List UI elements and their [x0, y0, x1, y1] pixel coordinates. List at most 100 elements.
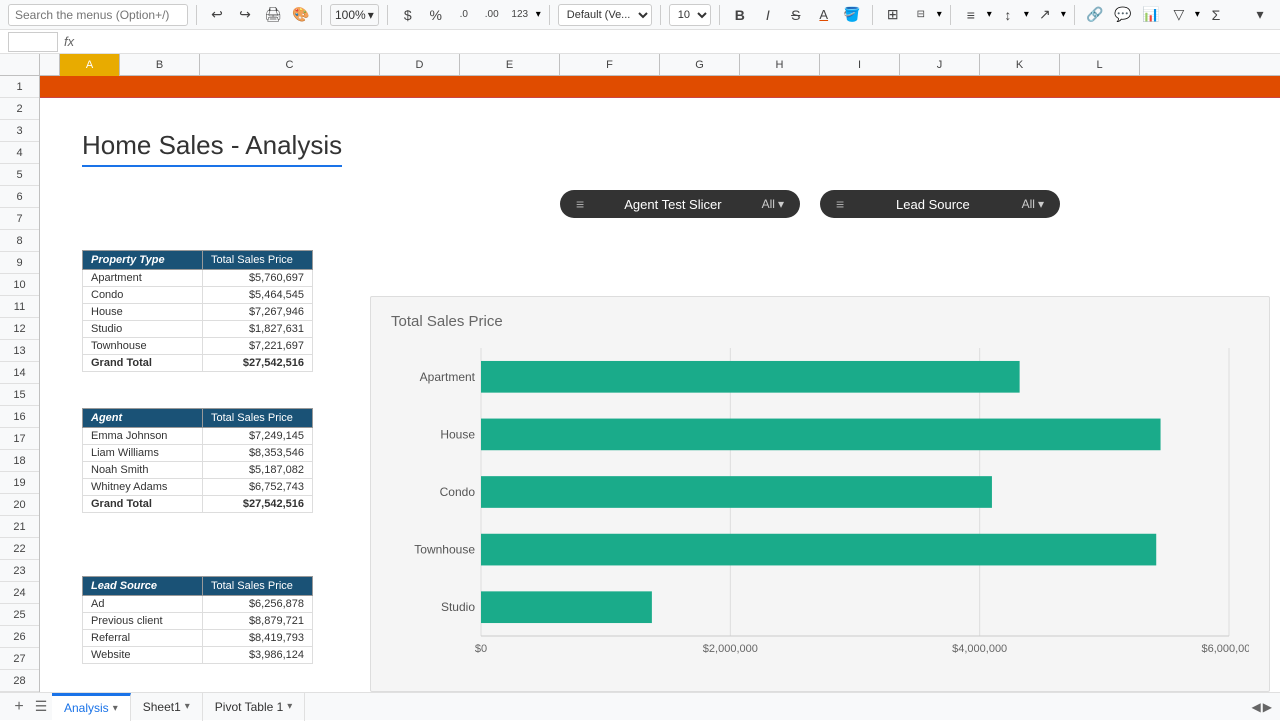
row-num-8[interactable]: 8 — [0, 230, 39, 252]
row-num-1[interactable]: 1 — [0, 76, 39, 98]
fill-color-button[interactable]: 🪣 — [840, 3, 864, 27]
tab-pivot-table[interactable]: Pivot Table 1 ▾ — [203, 693, 306, 721]
text-color-button[interactable]: A — [812, 3, 836, 27]
table-row: Previous client $8,879,721 — [83, 613, 313, 630]
font-family-select[interactable]: Default (Ve... — [558, 4, 652, 26]
agent-cell: Emma Johnson — [83, 428, 203, 445]
col-header-row-indicator[interactable] — [40, 54, 60, 76]
row-num-14[interactable]: 14 — [0, 362, 39, 384]
row-num-20[interactable]: 20 — [0, 494, 39, 516]
row-num-4[interactable]: 4 — [0, 142, 39, 164]
row-num-16[interactable]: 16 — [0, 406, 39, 428]
align-button[interactable]: ≡ — [959, 3, 983, 27]
property-type-grand-total-label: Grand Total — [83, 355, 203, 372]
formula-input[interactable] — [80, 32, 1272, 52]
comment-button[interactable]: 💬 — [1111, 3, 1135, 27]
row-num-3[interactable]: 3 — [0, 120, 39, 142]
row-num-10[interactable]: 10 — [0, 274, 39, 296]
zoom-chevron: ▾ — [368, 8, 374, 22]
grid-body: 1 2 3 4 5 6 7 8 9 10 11 12 13 14 15 16 1… — [0, 76, 1280, 692]
cell-reference-input[interactable] — [8, 32, 58, 52]
col-header-l[interactable]: L — [1060, 54, 1140, 76]
col-header-h[interactable]: H — [740, 54, 820, 76]
row-num-23[interactable]: 23 — [0, 560, 39, 582]
row-num-26[interactable]: 26 — [0, 626, 39, 648]
decimal-decrease-button[interactable]: .0 — [452, 3, 476, 27]
content-layer: Home Sales - Analysis ≡ Agent Test Slice… — [40, 98, 1280, 692]
merge-cells-button[interactable]: ⊟ — [909, 3, 933, 27]
borders-button[interactable]: ⊞ — [881, 3, 905, 27]
row-num-25[interactable]: 25 — [0, 604, 39, 626]
col-header-c[interactable]: C — [200, 54, 380, 76]
bold-button[interactable]: B — [728, 3, 752, 27]
filter-button[interactable]: ▽ — [1167, 3, 1191, 27]
italic-button[interactable]: I — [756, 3, 780, 27]
menu-search-input[interactable] — [8, 4, 188, 26]
divider-1 — [196, 5, 197, 25]
col-header-b[interactable]: B — [120, 54, 200, 76]
row-num-9[interactable]: 9 — [0, 252, 39, 274]
row-num-27[interactable]: 27 — [0, 648, 39, 670]
undo-button[interactable]: ↩ — [205, 3, 229, 27]
row-num-6[interactable]: 6 — [0, 186, 39, 208]
col-header-f[interactable]: F — [560, 54, 660, 76]
sheet-menu-button[interactable]: ☰ — [30, 696, 52, 718]
row-num-13[interactable]: 13 — [0, 340, 39, 362]
row-num-21[interactable]: 21 — [0, 516, 39, 538]
tab-analysis[interactable]: Analysis ▾ — [52, 693, 131, 721]
row-num-18[interactable]: 18 — [0, 450, 39, 472]
currency-button[interactable]: $ — [396, 3, 420, 27]
scroll-right-icon[interactable]: ▶ — [1263, 700, 1272, 714]
row-num-24[interactable]: 24 — [0, 582, 39, 604]
strikethrough-button[interactable]: S — [784, 3, 808, 27]
col-header-e[interactable]: E — [460, 54, 560, 76]
agent-cell: Noah Smith — [83, 462, 203, 479]
percent-button[interactable]: % — [424, 3, 448, 27]
col-header-i[interactable]: I — [820, 54, 900, 76]
more-button[interactable]: ▾ — [1248, 3, 1272, 27]
add-sheet-button[interactable]: + — [8, 696, 30, 718]
zoom-selector[interactable]: 100% ▾ — [330, 4, 379, 26]
price-cell: $6,256,878 — [203, 596, 313, 613]
divider-3 — [387, 5, 388, 25]
decimal-increase-button[interactable]: .00 — [480, 3, 504, 27]
lead-source-slicer-button[interactable]: ≡ Lead Source All ▾ — [820, 190, 1060, 218]
row-num-17[interactable]: 17 — [0, 428, 39, 450]
col-header-j[interactable]: J — [900, 54, 980, 76]
function-button[interactable]: Σ — [1204, 3, 1228, 27]
property-type-table-container: Property Type Total Sales Price Apartmen… — [82, 250, 313, 390]
scroll-left-icon[interactable]: ◀ — [1252, 700, 1261, 714]
row-num-5[interactable]: 5 — [0, 164, 39, 186]
bar-label: House — [440, 427, 475, 441]
row-num-2[interactable]: 2 — [0, 98, 39, 120]
row-num-12[interactable]: 12 — [0, 318, 39, 340]
table-row: Noah Smith $5,187,082 — [83, 462, 313, 479]
chart-button[interactable]: 📊 — [1139, 3, 1163, 27]
col-header-a[interactable]: A — [60, 54, 120, 76]
col-header-g[interactable]: G — [660, 54, 740, 76]
text-rotate-button[interactable]: ↗ — [1033, 3, 1057, 27]
fx-label: fx — [64, 34, 74, 49]
row-num-11[interactable]: 11 — [0, 296, 39, 318]
lead-source-table-container: Lead Source Total Sales Price Ad $6,256,… — [82, 576, 313, 682]
col-header-d[interactable]: D — [380, 54, 460, 76]
link-button[interactable]: 🔗 — [1083, 3, 1107, 27]
row-num-15[interactable]: 15 — [0, 384, 39, 406]
price-cell: $1,827,631 — [203, 321, 313, 338]
valign-button[interactable]: ↕ — [996, 3, 1020, 27]
paint-format-button[interactable]: 🎨 — [289, 3, 313, 27]
tab-sheet1[interactable]: Sheet1 ▾ — [131, 693, 203, 721]
format-123-button[interactable]: 123 — [508, 3, 532, 27]
table-row: Condo $5,464,545 — [83, 287, 313, 304]
agent-slicer-button[interactable]: ≡ Agent Test Slicer All ▾ — [560, 190, 800, 218]
row-num-19[interactable]: 19 — [0, 472, 39, 494]
redo-button[interactable]: ↪ — [233, 3, 257, 27]
table-row: Studio $1,827,631 — [83, 321, 313, 338]
row-num-28[interactable]: 28 — [0, 670, 39, 692]
print-button[interactable]: 🖨 — [261, 3, 285, 27]
row-num-22[interactable]: 22 — [0, 538, 39, 560]
row-num-7[interactable]: 7 — [0, 208, 39, 230]
table-row: House $7,267,946 — [83, 304, 313, 321]
col-header-k[interactable]: K — [980, 54, 1060, 76]
font-size-select[interactable]: 10 — [669, 4, 711, 26]
